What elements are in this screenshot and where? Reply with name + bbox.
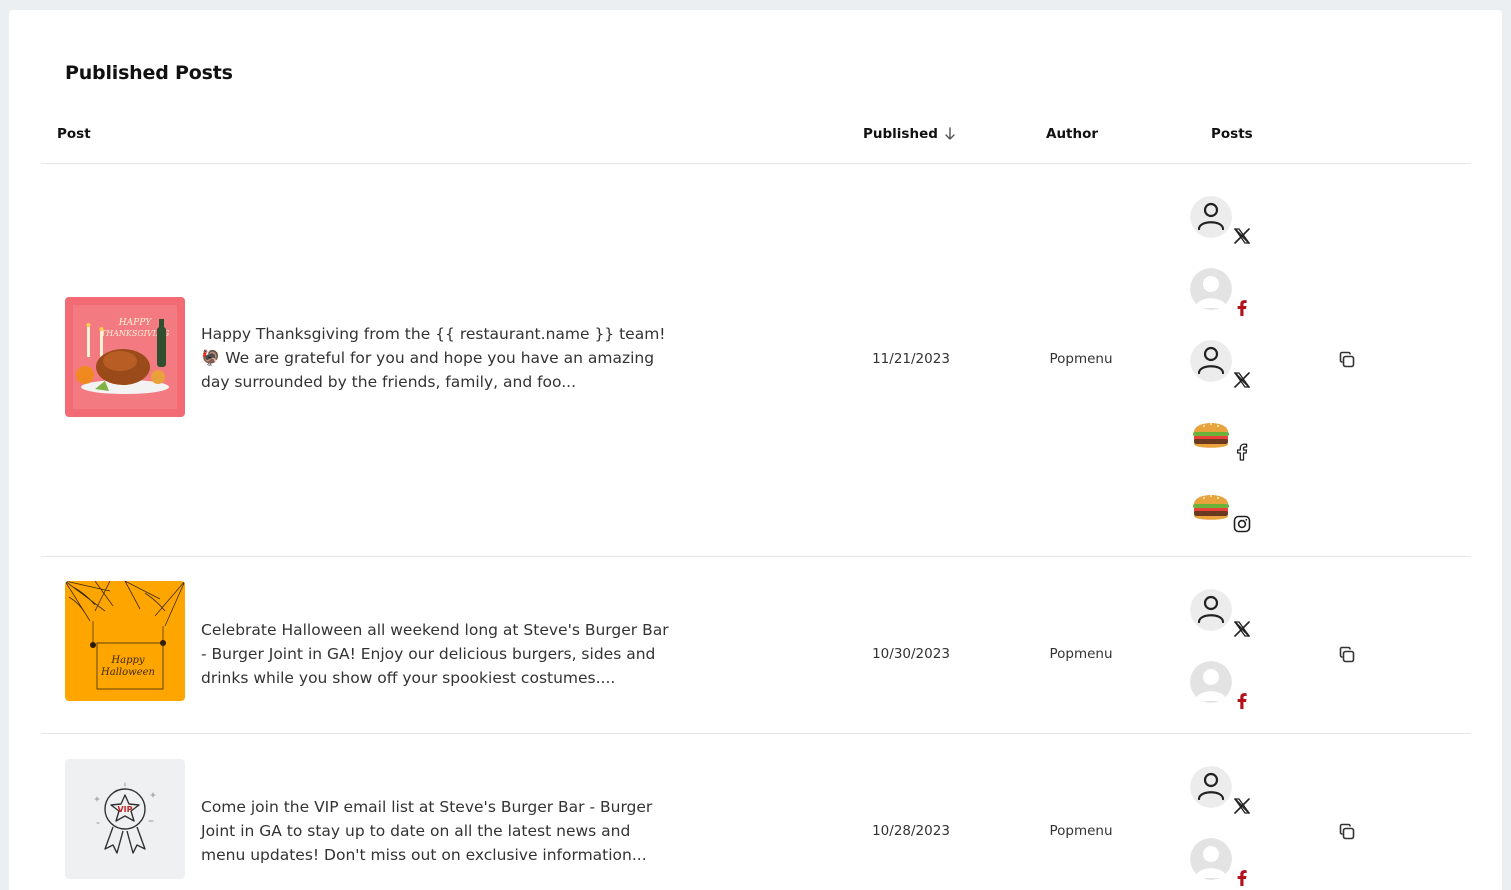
facebook-outline-icon [1232,442,1252,462]
copy-icon[interactable] [1337,822,1357,842]
account-x[interactable] [1190,766,1260,838]
thumb-text-happy: Happy [110,655,144,666]
x-twitter-icon [1232,226,1252,246]
published-date: 10/28/2023 [872,823,950,839]
facebook-icon [1232,691,1252,711]
column-header-published[interactable]: Published [863,126,956,142]
table-row[interactable]: HAPPY THANKSGIVING Happy Thanksgiving fr… [41,164,1471,557]
post-accounts-list [1190,766,1260,890]
copy-icon[interactable] [1337,350,1357,370]
copy-icon[interactable] [1337,645,1357,665]
column-header-published-label: Published [863,126,938,142]
author-name: Popmenu [1049,646,1113,662]
x-twitter-icon [1232,370,1252,390]
account-facebook[interactable] [1190,412,1260,484]
x-twitter-icon [1232,796,1252,816]
account-facebook[interactable] [1190,838,1260,890]
thumb-text-vip: VIP [117,805,132,814]
sort-descending-icon [945,127,955,140]
burger-avatar-icon [1190,484,1232,526]
post-thumbnail-vip: VIP [65,759,185,879]
account-x[interactable] [1190,340,1260,412]
post-accounts-list [1190,196,1260,556]
table-header: Post Published Author Posts [41,120,1471,164]
post-text: Happy Thanksgiving from the {{ restauran… [201,325,666,391]
facebook-icon [1232,298,1252,318]
published-date: 11/21/2023 [872,351,950,367]
author-name: Popmenu [1049,823,1113,839]
account-x[interactable] [1190,589,1260,661]
column-header-author: Author [1046,126,1099,142]
column-header-post: Post [57,126,91,142]
thanksgiving-image: HAPPY THANKSGIVING [65,297,185,417]
instagram-icon [1232,514,1252,534]
user-avatar-icon [1190,340,1232,382]
table-row[interactable]: Happy Halloween Celebrate Halloween all … [41,557,1471,734]
post-text: Come join the VIP email list at Steve's … [201,798,653,864]
published-date: 10/30/2023 [872,646,950,662]
account-instagram[interactable] [1190,484,1260,556]
thumb-text-halloween: Halloween [100,667,155,678]
published-posts-card: Published Posts Post Published Author Po… [9,10,1502,890]
account-facebook[interactable] [1190,661,1260,733]
post-accounts-list [1190,589,1260,733]
burger-avatar-icon [1190,412,1232,454]
author-name: Popmenu [1049,351,1113,367]
x-twitter-icon [1232,619,1252,639]
column-header-posts: Posts [1211,126,1253,142]
post-text: Celebrate Halloween all weekend long at … [201,621,669,687]
default-avatar-icon [1190,838,1232,880]
thumb-text-happy: HAPPY [118,318,152,328]
user-avatar-icon [1190,589,1232,631]
post-thumbnail-thanksgiving: HAPPY THANKSGIVING [65,297,185,417]
user-avatar-icon [1190,766,1232,808]
post-thumbnail-halloween: Happy Halloween [65,581,185,701]
account-x[interactable] [1190,196,1260,268]
user-avatar-icon [1190,196,1232,238]
account-facebook[interactable] [1190,268,1260,340]
default-avatar-icon [1190,268,1232,310]
page-title: Published Posts [65,62,233,84]
vip-badge-image: VIP [65,759,185,879]
halloween-image: Happy Halloween [65,581,185,701]
default-avatar-icon [1190,661,1232,703]
table-row[interactable]: VIP Come join the VIP email list at Stev… [41,734,1471,890]
facebook-icon [1232,868,1252,888]
